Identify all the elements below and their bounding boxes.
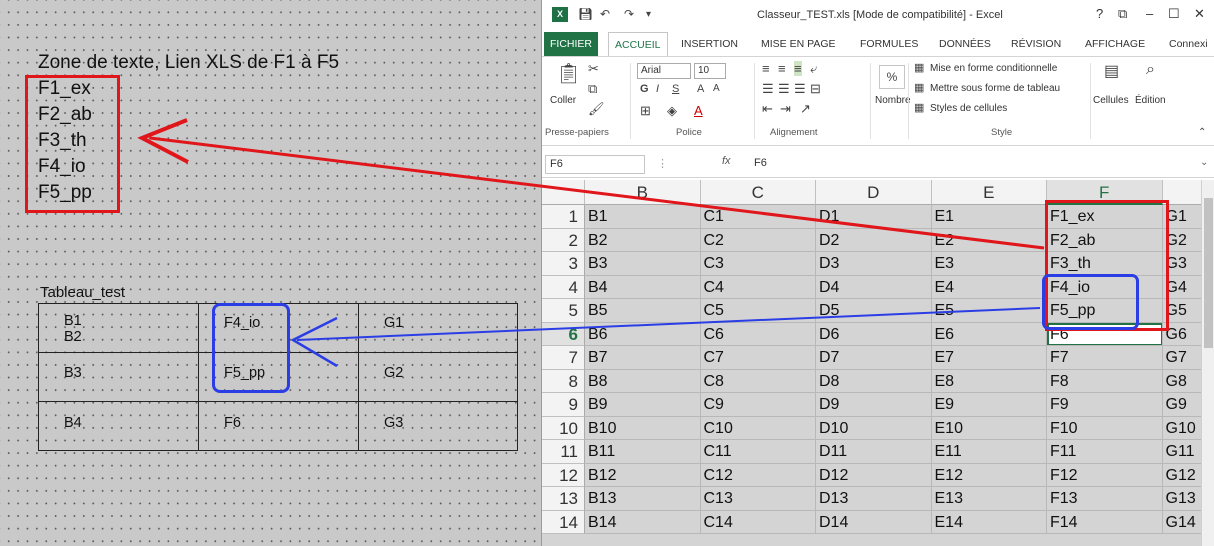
red-arrow-line bbox=[149, 136, 1045, 250]
annotation-overlay bbox=[137, 118, 1045, 368]
blue-arrow-head bbox=[290, 316, 338, 368]
blue-arrow-line bbox=[296, 307, 1041, 341]
